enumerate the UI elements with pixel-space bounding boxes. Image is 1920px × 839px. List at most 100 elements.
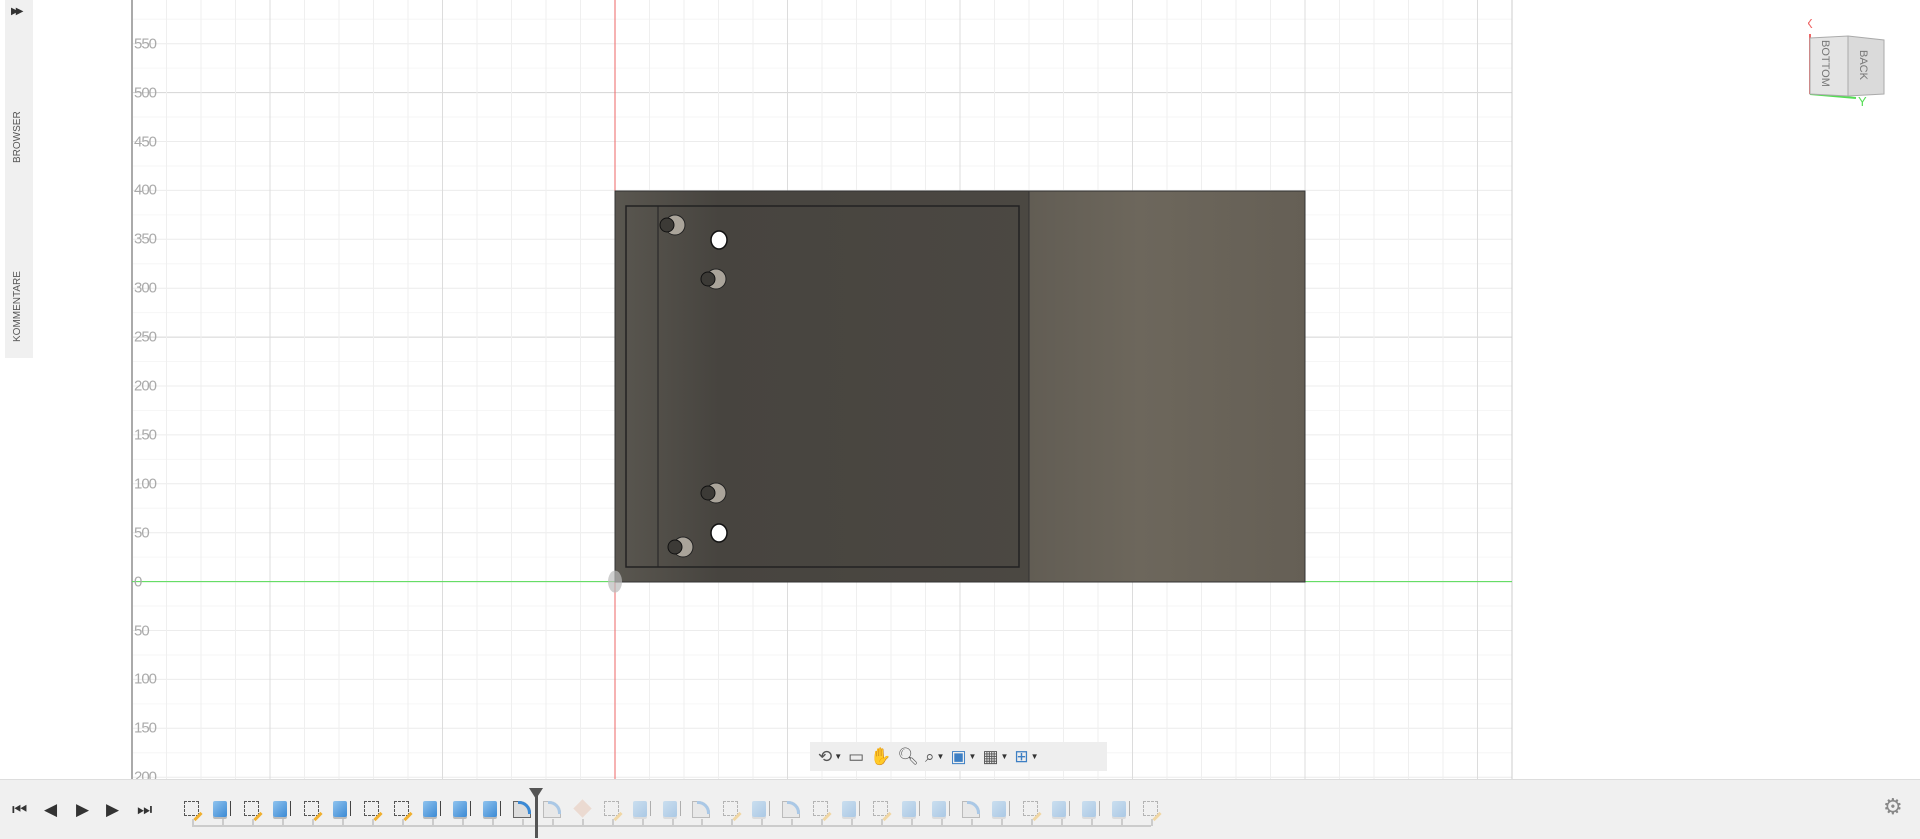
extrude-icon (752, 801, 771, 817)
viewcube[interactable]: X Y BOTTOM BACK (1804, 16, 1908, 109)
go-to-end-button[interactable]: ⏭ (137, 800, 152, 820)
timeline-feature-extrude[interactable] (421, 798, 443, 820)
play-button[interactable]: ▶ (76, 800, 89, 820)
timeline-feature-sketch[interactable] (870, 798, 892, 820)
screw-hole (667, 539, 683, 555)
timeline-tick (551, 819, 554, 826)
timeline-feature-extrude[interactable] (1110, 798, 1132, 820)
timeline-feature-sketch[interactable] (1020, 798, 1042, 820)
model-lid (1028, 190, 1306, 583)
timeline-feature-fillet[interactable] (960, 798, 982, 820)
look-at-button[interactable]: ▭ (848, 746, 864, 768)
timeline-feature-sketch[interactable] (391, 798, 413, 820)
timeline-feature-fillet[interactable] (780, 798, 802, 820)
gear-icon[interactable]: ⚙ (1883, 794, 1903, 820)
timeline-feature-extrude[interactable] (661, 798, 683, 820)
fillet-icon (542, 801, 561, 818)
viewports-button[interactable]: ⊞ ▼ (1014, 746, 1038, 768)
timeline-feature-extrude[interactable] (750, 798, 772, 820)
timeline-feature-extrude[interactable] (271, 798, 293, 820)
extrude-icon (932, 801, 951, 817)
timeline-feature-extrude[interactable] (990, 798, 1012, 820)
step-back-button[interactable]: ◀ (44, 800, 57, 820)
timeline-feature-sketch[interactable] (720, 798, 742, 820)
extrude-icon (1052, 801, 1071, 817)
sketch-icon (723, 801, 739, 816)
timeline-feature-sketch[interactable] (810, 798, 832, 820)
timeline-feature-sketch[interactable] (361, 798, 383, 820)
screw-hole (700, 485, 716, 501)
timeline-feature-extrude[interactable] (840, 798, 862, 820)
ruler-label: 450 (134, 133, 157, 150)
ruler-label: 50 (134, 524, 150, 542)
fillet-icon (692, 801, 711, 818)
ruler-label: 150 (134, 719, 157, 737)
timeline-feature-sketch[interactable] (1140, 798, 1162, 820)
ruler-label: 100 (134, 670, 157, 688)
appearance-icon (572, 799, 592, 818)
zoom-icon: 🔍︎ (897, 746, 919, 766)
timeline-feature-extrude[interactable] (631, 798, 653, 820)
left-panel: ▶▶ BROWSER KOMMENTARE (5, 0, 33, 358)
ruler-label: 200 (134, 377, 157, 395)
fit-button[interactable]: ⌕ ▼ (925, 746, 944, 768)
timeline-tick (341, 819, 344, 826)
3d-viewport[interactable] (0, 0, 1920, 779)
extrude-icon (452, 801, 471, 817)
sketch-icon (303, 801, 319, 816)
timeline-feature-extrude[interactable] (481, 798, 503, 820)
timeline-tick (431, 819, 434, 826)
display-settings-button[interactable]: ▣ ▼ (950, 746, 976, 768)
go-to-start-button[interactable]: ⏮ (12, 800, 27, 820)
extrude-icon (272, 801, 291, 817)
through-hole (710, 230, 728, 250)
grid-settings-button[interactable]: ▦ ▼ (982, 746, 1008, 768)
origin-point (608, 570, 622, 593)
browser-tab[interactable]: BROWSER (12, 111, 23, 163)
extrude-icon (662, 801, 681, 817)
timeline-feature-fillet[interactable] (511, 798, 533, 820)
pan-icon: ✋ (870, 746, 892, 766)
timeline-tick (192, 819, 194, 826)
ruler-label: 250 (134, 328, 157, 346)
timeline-tick (611, 819, 614, 826)
zoom-button[interactable]: 🔍︎ (897, 746, 919, 768)
timeline-feature-extrude[interactable] (211, 798, 233, 820)
sketch-icon (363, 801, 379, 816)
timeline-tick (791, 819, 794, 826)
timeline-feature-extrude[interactable] (451, 798, 473, 820)
ruler-label: 300 (134, 279, 157, 297)
fillet-icon (512, 801, 531, 818)
timeline-feature-extrude[interactable] (331, 798, 353, 820)
timeline-feature-extrude[interactable] (930, 798, 952, 820)
pan-button[interactable]: ✋ (870, 746, 891, 768)
expand-panel-icon[interactable]: ▶▶ (11, 6, 24, 17)
ruler-label: 550 (134, 35, 157, 53)
grid (131, 0, 1513, 779)
navigation-toolbar: ⟲ ▼ ▭ ✋ 🔍︎ ⌕ ▼ ▣ ▼ ▦ ▼ ⊞ ▼ (810, 742, 1107, 771)
timeline-feature-sketch[interactable] (301, 798, 323, 820)
step-forward-button[interactable]: ▶ (106, 800, 119, 820)
ruler-label: 500 (134, 84, 157, 102)
timeline-feature-fillet[interactable] (690, 798, 712, 820)
fit-icon: ⌕ (925, 746, 935, 766)
extrude-icon (992, 801, 1011, 817)
timeline-feature-sketch[interactable] (241, 798, 263, 820)
timeline-feature-sketch[interactable] (601, 798, 623, 820)
comments-tab[interactable]: KOMMENTARE (12, 271, 23, 342)
timeline-tick (821, 819, 824, 826)
timeline-feature-fillet[interactable] (541, 798, 563, 820)
timeline-marker[interactable] (529, 788, 543, 838)
timeline-feature-extrude[interactable] (1050, 798, 1072, 820)
orbit-button[interactable]: ⟲ ▼ (818, 746, 842, 768)
timeline-tick (1001, 819, 1004, 826)
through-hole (710, 523, 728, 543)
timeline-feature-appearance[interactable] (571, 798, 593, 820)
timeline-feature-extrude[interactable] (900, 798, 922, 820)
timeline-tick (701, 819, 704, 826)
timeline-feature-extrude[interactable] (1080, 798, 1102, 820)
timeline-tick (1031, 819, 1034, 826)
extrude-icon (482, 801, 501, 817)
timeline-bar: ⏮ ◀ ▶ ▶ ⏭ ⚙ (0, 779, 1920, 839)
timeline-feature-sketch[interactable] (181, 798, 203, 820)
